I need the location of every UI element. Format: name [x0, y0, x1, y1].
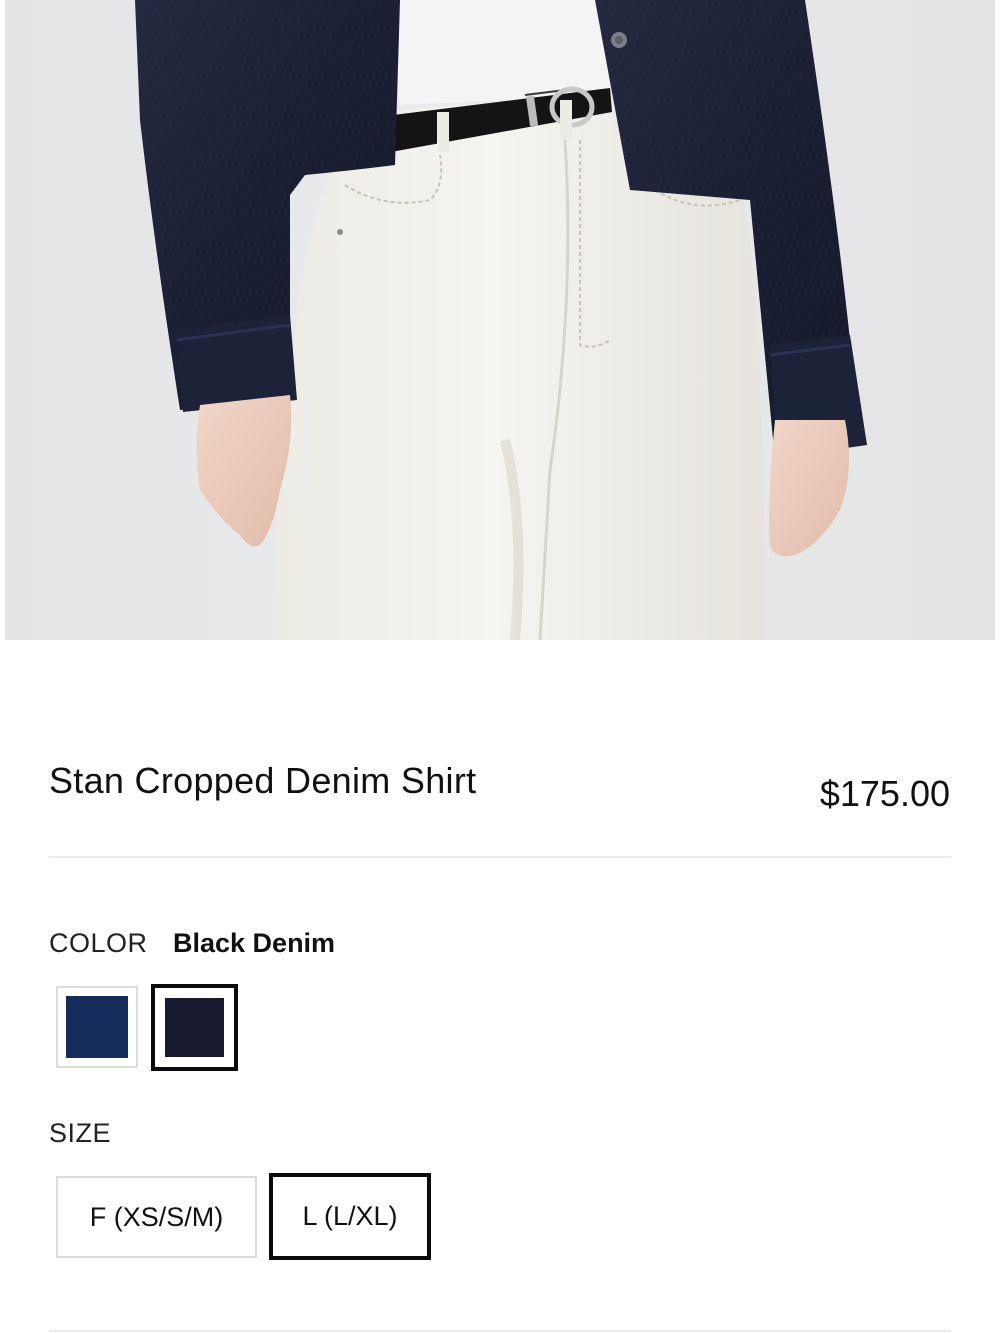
color-label: COLOR — [49, 928, 148, 958]
selected-color-name: Black Denim — [173, 928, 336, 958]
product-photo-illustration — [5, 0, 995, 640]
color-swatch-navy-denim[interactable] — [56, 986, 138, 1068]
section-divider — [49, 1330, 951, 1332]
product-image[interactable] — [5, 0, 995, 640]
size-option-l[interactable]: L (L/XL) — [269, 1173, 431, 1260]
product-price: $175.00 — [819, 773, 950, 814]
size-option-f[interactable]: F (XS/S/M) — [56, 1176, 257, 1258]
product-title: Stan Cropped Denim Shirt — [49, 760, 477, 801]
section-divider — [49, 856, 951, 858]
size-label: SIZE — [49, 1118, 112, 1148]
swatch-fill — [165, 998, 224, 1057]
swatch-fill — [66, 996, 128, 1058]
color-swatch-black-denim[interactable] — [151, 984, 238, 1071]
